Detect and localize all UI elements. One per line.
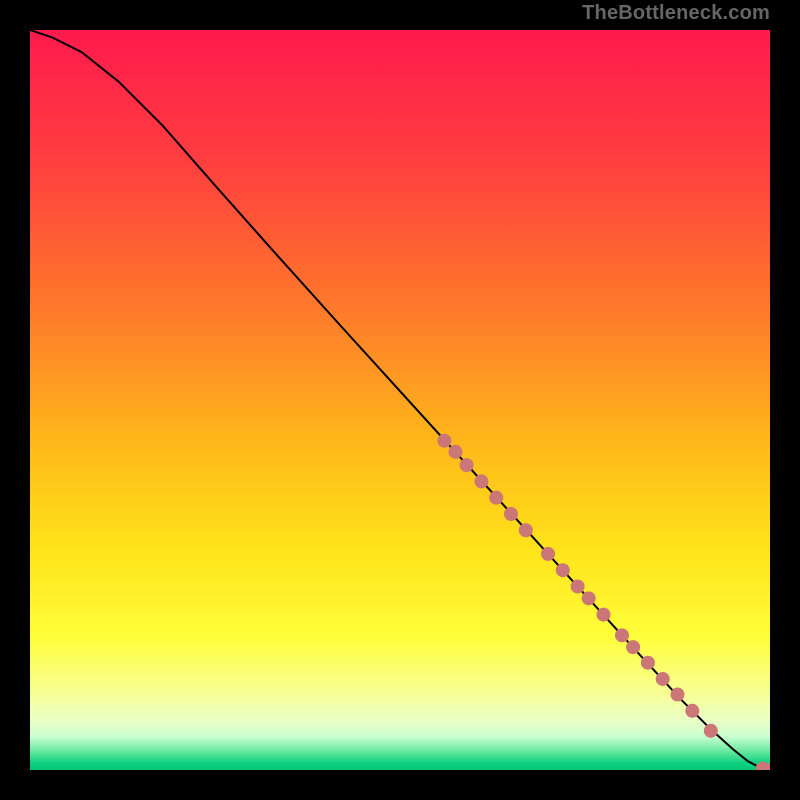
data-marker — [671, 688, 685, 702]
data-marker — [474, 474, 488, 488]
data-marker — [704, 724, 718, 738]
data-marker — [489, 491, 503, 505]
chart-background — [30, 30, 770, 770]
data-marker — [541, 547, 555, 561]
data-marker — [571, 579, 585, 593]
data-marker — [437, 434, 451, 448]
data-marker — [641, 656, 655, 670]
data-marker — [504, 507, 518, 521]
chart-svg — [30, 30, 770, 770]
attribution-text: TheBottleneck.com — [582, 2, 770, 25]
data-marker — [449, 445, 463, 459]
data-marker — [597, 608, 611, 622]
data-marker — [556, 563, 570, 577]
data-marker — [656, 672, 670, 686]
stage: TheBottleneck.com — [0, 0, 800, 800]
data-marker — [615, 628, 629, 642]
data-marker — [582, 591, 596, 605]
chart-plot — [30, 30, 770, 770]
data-marker — [685, 704, 699, 718]
data-marker — [460, 458, 474, 472]
data-marker — [519, 523, 533, 537]
data-marker — [626, 640, 640, 654]
